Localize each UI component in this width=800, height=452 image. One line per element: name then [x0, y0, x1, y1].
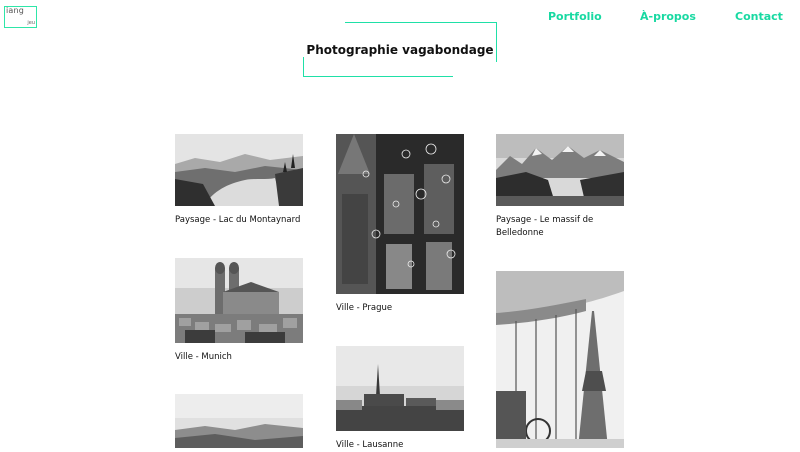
- photo-caption: Ville - Munich: [175, 352, 232, 362]
- frame-line-top: [345, 22, 497, 23]
- page-title: Photographie vagabondage: [306, 43, 494, 57]
- photo-lake[interactable]: [175, 134, 303, 206]
- photo-munich[interactable]: [175, 258, 303, 343]
- photo-landscape-partial[interactable]: [175, 394, 303, 448]
- page-title-frame: Photographie vagabondage: [303, 22, 497, 77]
- photo-carousel-eiffel[interactable]: [496, 271, 624, 448]
- photo-card[interactable]: Ville - Prague: [336, 134, 464, 315]
- photo-lausanne[interactable]: [336, 346, 464, 431]
- photo-prague[interactable]: [336, 134, 464, 294]
- photo-card[interactable]: [175, 394, 303, 448]
- photo-card[interactable]: Ville - Lausanne: [336, 346, 464, 452]
- frame-line-left: [303, 57, 304, 77]
- frame-line-bottom: [303, 76, 453, 77]
- photo-card[interactable]: Ville - Munich: [175, 258, 303, 364]
- photo-caption: Ville - Prague: [336, 303, 393, 313]
- photo-caption: Paysage - Lac du Montaynard: [175, 215, 301, 225]
- nav-link-apropos[interactable]: À-propos: [640, 10, 696, 23]
- photo-card[interactable]: Paysage - Le massif de Belledonne: [496, 134, 624, 240]
- photo-caption: Paysage - Le massif de Belledonne: [496, 215, 594, 238]
- photo-card[interactable]: Paysage - Lac du Montaynard: [175, 134, 303, 227]
- photo-card[interactable]: [496, 271, 624, 448]
- nav-link-portfolio[interactable]: Portfolio: [548, 10, 602, 23]
- photo-caption: Ville - Lausanne: [336, 440, 404, 450]
- photo-belledonne[interactable]: [496, 134, 624, 206]
- nav-link-contact[interactable]: Contact: [735, 10, 783, 23]
